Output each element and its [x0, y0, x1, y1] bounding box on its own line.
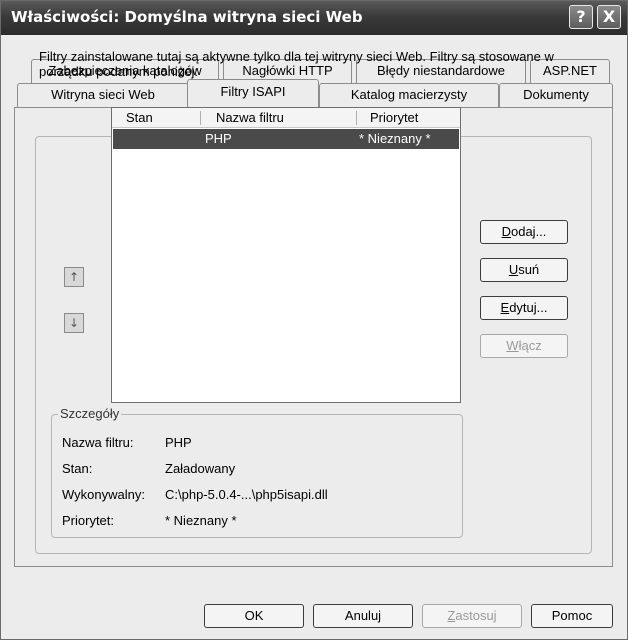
- remove-button[interactable]: Usuń: [480, 258, 568, 282]
- add-button-mnemonic: D: [501, 224, 511, 239]
- help-icon[interactable]: ?: [569, 5, 593, 29]
- filter-status-label: Stan:: [62, 461, 93, 476]
- remove-button-label: suń: [518, 262, 540, 277]
- remove-button-mnemonic: U: [508, 262, 519, 277]
- title-bar[interactable]: Właściwości: Domyślna witryna sieci Web …: [1, 1, 627, 35]
- column-header-priorytet[interactable]: Priorytet: [370, 110, 418, 125]
- row-nazwa: PHP: [205, 131, 232, 146]
- cancel-button[interactable]: Anuluj: [313, 604, 413, 628]
- enable-button[interactable]: Włącz: [480, 334, 568, 358]
- column-separator[interactable]: [356, 111, 357, 125]
- filters-description: Filtry zainstalowane tutaj są aktywne ty…: [39, 49, 554, 79]
- apply-button[interactable]: Zastosuj: [422, 604, 522, 628]
- tab-dokumenty[interactable]: Dokumenty: [499, 83, 613, 107]
- close-icon[interactable]: X: [597, 5, 621, 29]
- listview-header: Stan Nazwa filtru Priorytet: [112, 108, 460, 128]
- tab-katalog-macierzysty[interactable]: Katalog macierzysty: [319, 83, 499, 107]
- details-groupbox: Szczegóły Nazwa filtru: PHP Stan: Załado…: [51, 406, 463, 538]
- filter-status-value: Załadowany: [165, 461, 236, 476]
- add-button[interactable]: Dodaj...: [480, 220, 568, 244]
- edit-button[interactable]: Edytuj...: [480, 296, 568, 320]
- column-separator[interactable]: [200, 111, 201, 125]
- details-legend: Szczegóły: [58, 406, 122, 421]
- enable-button-label: łącz: [518, 338, 542, 353]
- row-priorytet: * Nieznany *: [359, 131, 431, 146]
- column-header-stan[interactable]: Stan: [126, 110, 153, 125]
- filter-name-value: PHP: [165, 435, 192, 450]
- move-down-icon[interactable]: ↓: [64, 313, 84, 333]
- filter-priority-label: Priorytet:: [62, 513, 115, 528]
- filter-executable-value: C:\php-5.0.4-...\php5isapi.dll: [165, 487, 328, 502]
- enable-button-mnemonic: W: [506, 338, 519, 353]
- filters-listview[interactable]: Stan Nazwa filtru Priorytet PHP * Niezna…: [111, 107, 461, 403]
- ok-button[interactable]: OK: [204, 604, 304, 628]
- edit-button-label: dytuj...: [509, 300, 548, 315]
- tab-witryna-sieci-web[interactable]: Witryna sieci Web: [17, 83, 189, 107]
- help-button[interactable]: Pomoc: [531, 604, 613, 628]
- edit-button-mnemonic: E: [500, 300, 510, 315]
- move-up-icon[interactable]: ↑: [64, 267, 84, 287]
- column-header-nazwa-filtru[interactable]: Nazwa filtru: [216, 110, 284, 125]
- add-button-label: odaj...: [510, 224, 547, 239]
- tab-filtry-isapi[interactable]: Filtry ISAPI: [187, 79, 319, 107]
- filter-executable-label: Wykonywalny:: [62, 487, 145, 502]
- filter-name-label: Nazwa filtru:: [62, 435, 134, 450]
- filter-priority-value: * Nieznany *: [165, 513, 237, 528]
- window-title: Właściwości: Domyślna witryna sieci Web: [11, 8, 363, 26]
- properties-dialog: Właściwości: Domyślna witryna sieci Web …: [0, 0, 628, 640]
- table-row[interactable]: PHP * Nieznany *: [113, 129, 459, 149]
- apply-button-label: astosuj: [455, 608, 497, 623]
